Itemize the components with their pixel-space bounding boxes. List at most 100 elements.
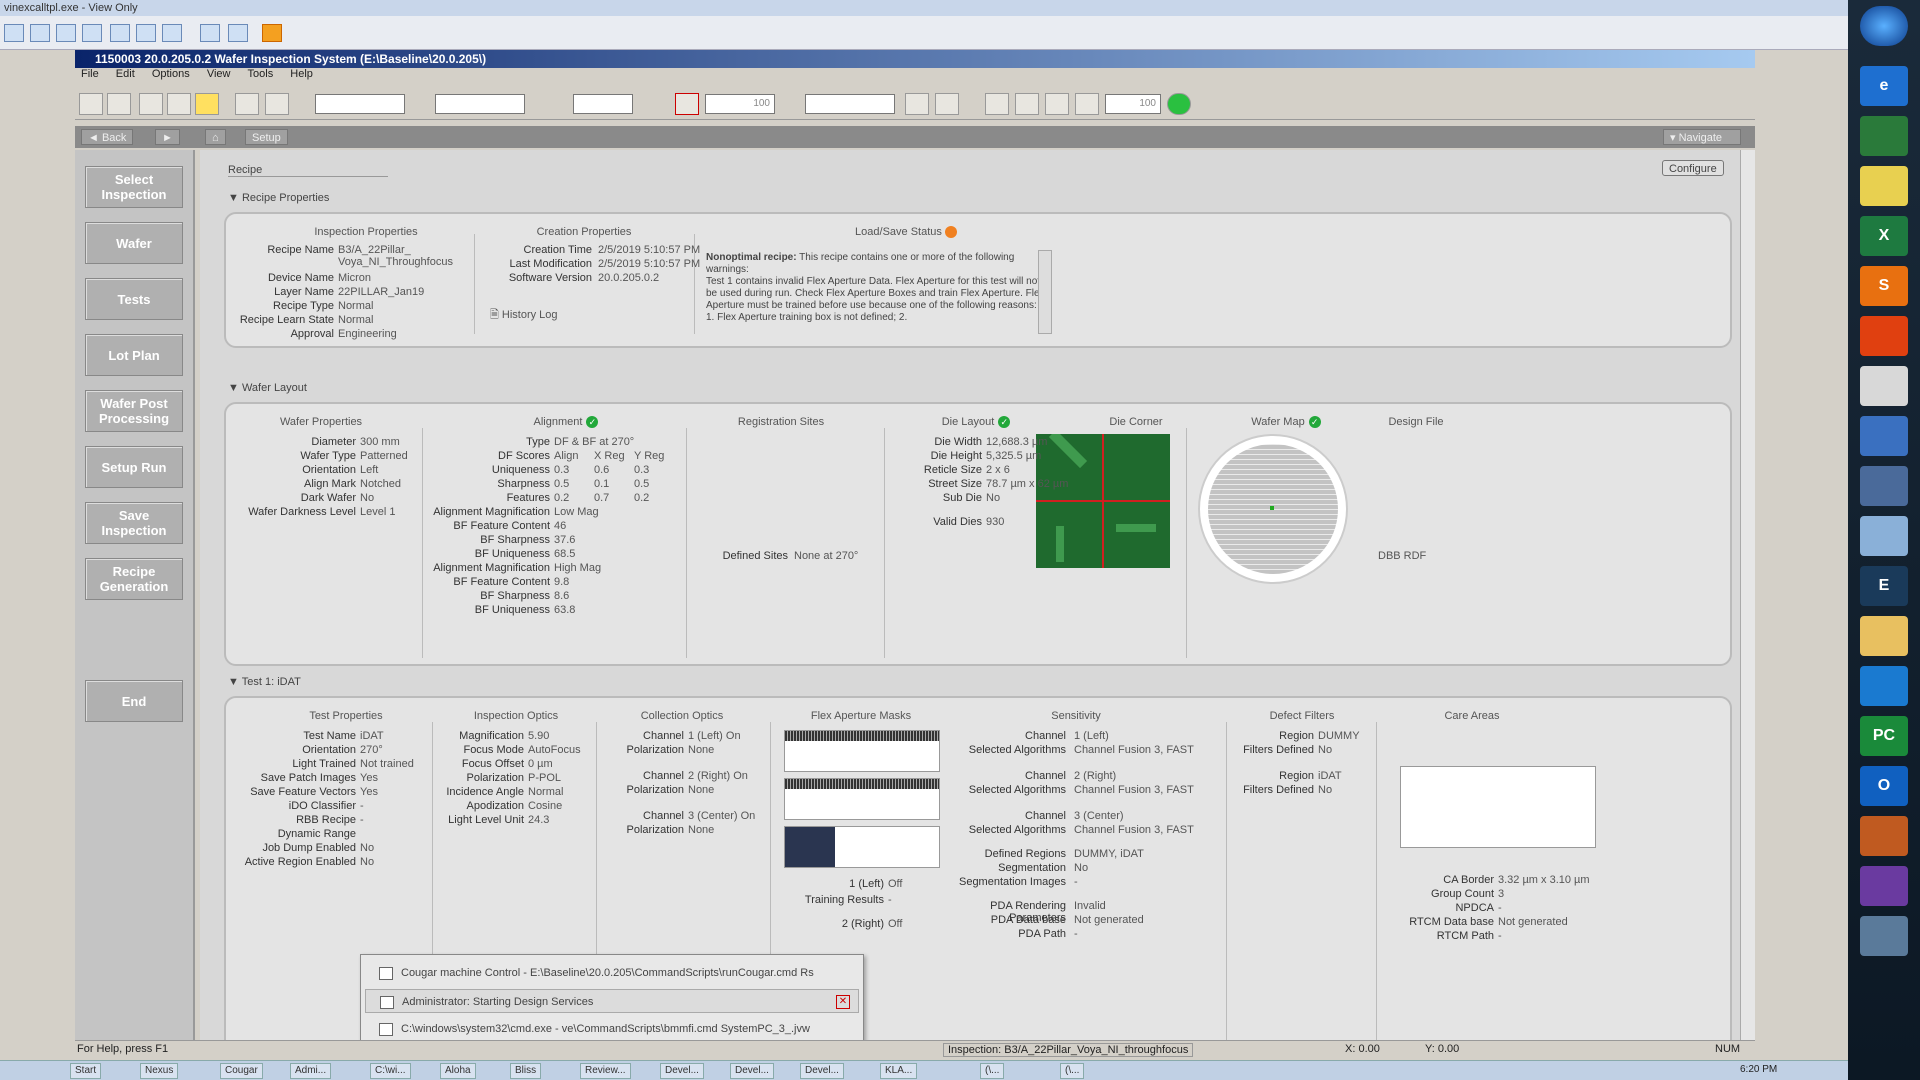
taskbar-item[interactable]: Aloha [440, 1063, 476, 1079]
taskbar-item[interactable]: Devel... [800, 1063, 844, 1079]
toolbar-field[interactable] [573, 94, 633, 114]
toolbar-button[interactable] [1015, 93, 1039, 115]
pc-icon[interactable]: PC [1860, 716, 1908, 756]
navigate-button[interactable]: ▾ Navigate [1663, 129, 1741, 145]
history-log-link[interactable]: 🗎 History Log [490, 306, 558, 325]
toolbar-field[interactable] [315, 94, 405, 114]
outlook-icon[interactable]: O [1860, 766, 1908, 806]
toolbar-button[interactable] [935, 93, 959, 115]
recipe-tab[interactable]: Recipe [228, 164, 388, 177]
toolbar-button[interactable] [139, 93, 163, 115]
taskbar-item[interactable]: KLA... [880, 1063, 918, 1079]
nav-end[interactable]: End [85, 680, 183, 722]
close-icon[interactable]: ✕ [836, 995, 850, 1009]
flex-mask-1[interactable] [784, 730, 940, 772]
firefox-icon[interactable] [1860, 316, 1908, 356]
monitor-icon[interactable] [1860, 916, 1908, 956]
nav-setup-run[interactable]: Setup Run [85, 446, 183, 488]
popup-item[interactable]: Cougar machine Control - E:\Baseline\20.… [365, 961, 859, 985]
wafer-map[interactable] [1198, 434, 1348, 584]
go-icon[interactable] [1167, 93, 1191, 115]
popup-item[interactable]: C:\windows\system32\cmd.exe - ve\Command… [365, 1017, 859, 1041]
menu-tools[interactable]: Tools [248, 68, 274, 80]
vscode-icon[interactable] [1860, 666, 1908, 706]
vnc-icon[interactable] [110, 24, 130, 42]
flex-mask-3[interactable] [784, 826, 940, 868]
nav-select-inspection[interactable]: Select Inspection [85, 166, 183, 208]
menu-view[interactable]: View [207, 68, 231, 80]
vnc-icon[interactable] [56, 24, 76, 42]
flex-mask-2[interactable] [784, 778, 940, 820]
vnc-icon[interactable] [162, 24, 182, 42]
menu-edit[interactable]: Edit [116, 68, 135, 80]
care-areas-preview[interactable] [1400, 766, 1596, 848]
nav-wafer-post-processing[interactable]: Wafer Post Processing [85, 390, 183, 432]
app2-icon[interactable] [1860, 816, 1908, 856]
taskbar-item[interactable]: C:\wi... [370, 1063, 411, 1079]
sublime-icon[interactable]: S [1860, 266, 1908, 306]
taskbar-item[interactable]: Nexus [140, 1063, 179, 1079]
vnc-icon[interactable] [4, 24, 24, 42]
taskbar-item[interactable]: Bliss [510, 1063, 542, 1079]
ie-icon[interactable]: e [1860, 66, 1908, 106]
test-header[interactable]: ▼ Test 1: iDAT [228, 676, 301, 688]
nav-tests[interactable]: Tests [85, 278, 183, 320]
box-icon[interactable] [1860, 466, 1908, 506]
recipe-properties-header[interactable]: ▼ Recipe Properties [228, 192, 329, 204]
menu-file[interactable]: File [81, 68, 99, 80]
taskbar-item[interactable]: Start [70, 1063, 102, 1079]
wafer-layout-header[interactable]: ▼ Wafer Layout [228, 382, 307, 394]
menu-help[interactable]: Help [290, 68, 313, 80]
zoom-field-2[interactable]: 100 [1105, 94, 1161, 114]
cancel-icon[interactable] [675, 93, 699, 115]
toolbar-button[interactable] [79, 93, 103, 115]
taskbar-item[interactable]: Cougar [220, 1063, 263, 1079]
drive-icon[interactable] [1860, 516, 1908, 556]
nav-wafer[interactable]: Wafer [85, 222, 183, 264]
taskbar-item[interactable]: Admi... [290, 1063, 332, 1079]
toolbar-button[interactable] [985, 93, 1009, 115]
nav-save-inspection[interactable]: Save Inspection [85, 502, 183, 544]
toolbar-button[interactable] [265, 93, 289, 115]
excel-icon[interactable]: X [1860, 216, 1908, 256]
message-scrollbar[interactable] [1038, 250, 1052, 334]
main-scrollbar[interactable] [1740, 150, 1755, 1040]
toolbar-button[interactable] [905, 93, 929, 115]
help-icon[interactable] [167, 93, 191, 115]
configure-button[interactable]: Configure [1662, 160, 1724, 176]
chrome-icon[interactable] [1860, 366, 1908, 406]
popup-item[interactable]: Administrator: Starting Design Services ✕ [365, 989, 859, 1013]
back-button[interactable]: ◄ Back [81, 129, 134, 145]
vnc-icon[interactable] [136, 24, 156, 42]
toolbar-field[interactable] [435, 94, 525, 114]
visual-studio-icon[interactable] [1860, 866, 1908, 906]
die-corner-image[interactable] [1036, 434, 1170, 568]
vnc-icon[interactable] [200, 24, 220, 42]
toolbar-button[interactable] [1075, 93, 1099, 115]
toolbar-button[interactable] [1045, 93, 1069, 115]
vnc-icon[interactable] [30, 24, 50, 42]
toolbar-field[interactable] [805, 94, 895, 114]
taskbar-item[interactable]: Devel... [730, 1063, 774, 1079]
taskbar-item[interactable]: (\... [980, 1063, 1005, 1079]
nav-recipe-generation[interactable]: Recipe Generation [85, 558, 183, 600]
nav-lot-plan[interactable]: Lot Plan [85, 334, 183, 376]
menu-options[interactable]: Options [152, 68, 190, 80]
forward-button[interactable]: ► [155, 129, 180, 145]
e-app-icon[interactable]: E [1860, 566, 1908, 606]
start-orb-icon[interactable] [1860, 6, 1908, 46]
home-icon[interactable]: ⌂ [205, 129, 226, 145]
breadcrumb-setup[interactable]: Setup [245, 129, 288, 145]
warning-icon[interactable] [195, 93, 219, 115]
taskbar-item[interactable]: Devel... [660, 1063, 704, 1079]
sticky-icon[interactable] [1860, 166, 1908, 206]
taskbar-item[interactable]: Review... [580, 1063, 631, 1079]
toolbar-button[interactable] [235, 93, 259, 115]
zoom-field[interactable]: 100 [705, 94, 775, 114]
vnc-icon[interactable] [82, 24, 102, 42]
folder-icon[interactable] [1860, 616, 1908, 656]
app-icon[interactable] [1860, 116, 1908, 156]
network-icon[interactable] [1860, 416, 1908, 456]
vnc-close-icon[interactable] [262, 24, 282, 42]
vnc-icon[interactable] [228, 24, 248, 42]
